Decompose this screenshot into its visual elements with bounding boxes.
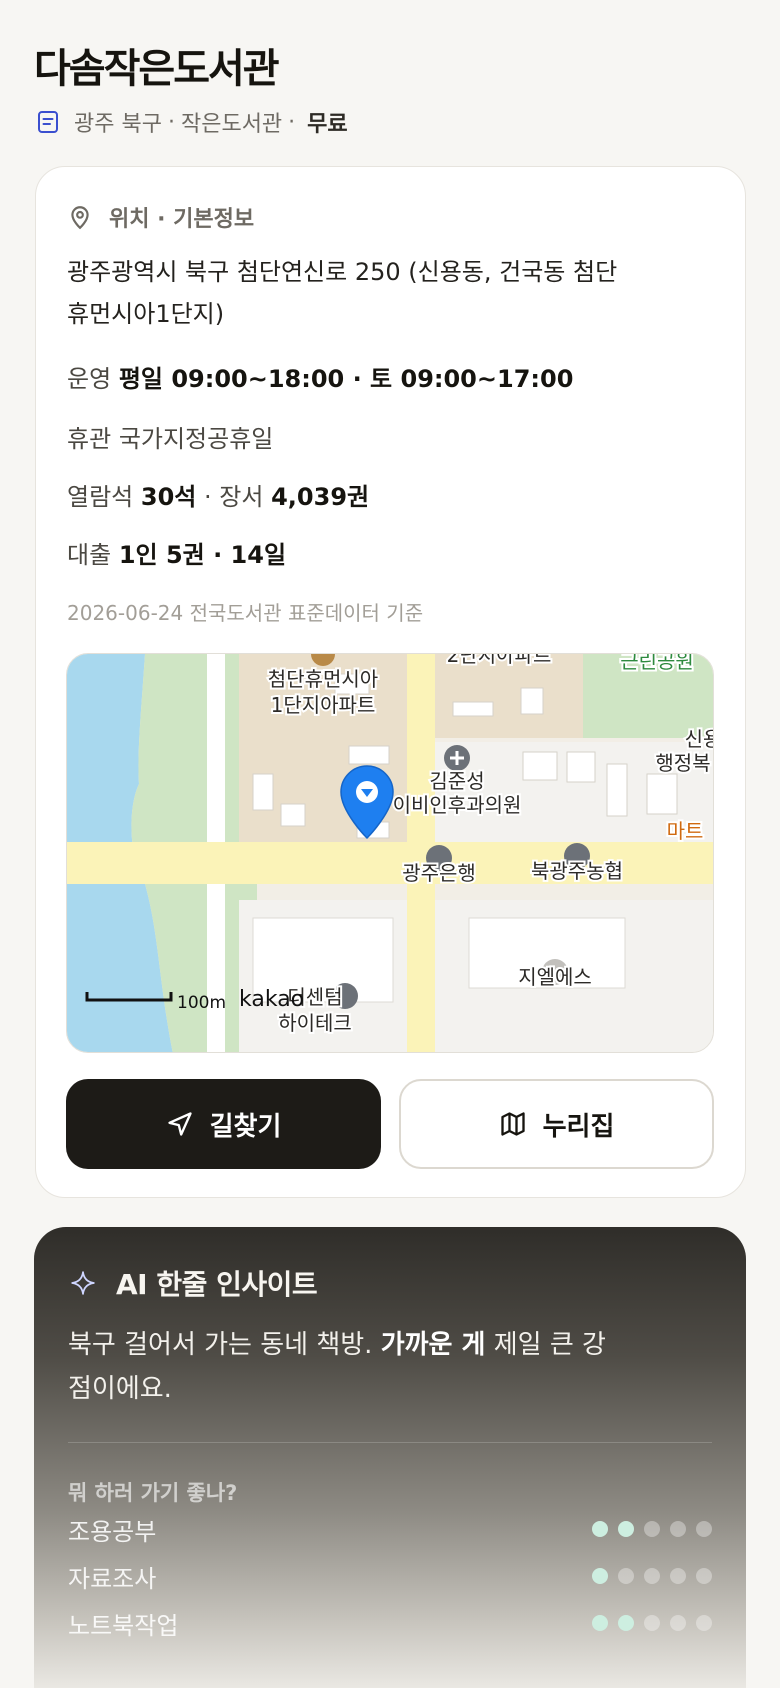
fee-badge: 무료 [307, 112, 348, 137]
books-label: 장서 [219, 483, 264, 511]
rating-dot [670, 1615, 686, 1631]
location-info-card: 위치 · 기본정보 광주광역시 북구 첨단연신로 250 (신용동, 건국동 첨… [35, 166, 746, 1198]
ai-summary-text: 북구 걸어서 가는 동네 책방. [68, 1330, 381, 1360]
map-label: 행정복 [655, 751, 710, 775]
rating-dots [592, 1615, 712, 1631]
closed-label: 휴관 [67, 425, 112, 453]
rating-dot [592, 1615, 608, 1631]
map-label: 2단지아파트 [447, 654, 552, 667]
rating-dot [696, 1568, 712, 1584]
info-heading: 위치 · 기본정보 [109, 207, 255, 232]
map-label: 신용 [685, 727, 714, 751]
rating-dot [644, 1615, 660, 1631]
ai-title: AI 한줄 인사이트 [116, 1268, 318, 1301]
hours-label: 운영 [67, 365, 112, 393]
homepage-button-label: 누리집 [542, 1111, 615, 1142]
map-label: 1단지아파트 [271, 693, 376, 717]
rating-label: 조용공부 [68, 1517, 157, 1546]
rating-dot [618, 1568, 634, 1584]
closed-value: 국가지정공휴일 [118, 425, 274, 453]
location-pin-icon [71, 206, 89, 230]
map-canvas[interactable]: 첨단휴먼시아 1단지아파트 2단지아파트 김준성 이비인후과의원 광주은행 북광… [67, 654, 714, 1053]
homepage-button[interactable]: 누리집 [399, 1079, 714, 1169]
map-label: 북광주농협 [531, 859, 623, 883]
map-icon [500, 1112, 525, 1136]
map-label: 첨단휴먼시아 [268, 667, 378, 691]
rating-label: 노트북작업 [68, 1611, 179, 1640]
kakao-logo: kakao [239, 987, 304, 1012]
rating-dots [592, 1568, 712, 1584]
rating-dot [670, 1521, 686, 1537]
category-label: 작은도서관 [180, 112, 283, 137]
navigation-arrow-icon [167, 1112, 192, 1136]
location-map[interactable]: 첨단휴먼시아 1단지아파트 2단지아파트 김준성 이비인후과의원 광주은행 북광… [66, 653, 714, 1053]
loan-value: 1인 5권 · 14일 [118, 541, 287, 569]
page-title: 다솜작은도서관 [34, 46, 280, 92]
map-label: 지엘에스 [518, 965, 592, 989]
rating-dot [618, 1615, 634, 1631]
separator: · [167, 109, 175, 135]
library-meta: 광주 북구 · 작은도서관 · 무료 [36, 106, 348, 138]
map-label: 이비인후과의원 [393, 793, 522, 817]
rating-label: 자료조사 [68, 1564, 157, 1593]
separator: · [204, 483, 212, 511]
hours-value: 평일 09:00~18:00 · 토 09:00~17:00 [118, 365, 574, 393]
card-heading: 위치 · 기본정보 [67, 201, 254, 233]
map-label: 근린공원 [620, 654, 694, 673]
rating-dot [644, 1568, 660, 1584]
ai-summary-emphasis: 가까운 게 [380, 1330, 486, 1360]
separator: · [288, 109, 296, 135]
rating-dot [618, 1521, 634, 1537]
rating-dots [592, 1521, 712, 1537]
route-button[interactable]: 길찾기 [66, 1079, 381, 1169]
rating-row: 자료조사 [68, 1561, 712, 1593]
map-label: 김준성 [429, 769, 484, 793]
map-label: 하이테크 [278, 1011, 352, 1035]
map-label: 마트 [667, 819, 704, 843]
closed-row: 휴관 국가지정공휴일 [67, 419, 273, 454]
route-button-label: 길찾기 [209, 1111, 282, 1142]
rating-dot [644, 1521, 660, 1537]
document-icon [38, 111, 58, 133]
rating-dot [696, 1521, 712, 1537]
scale-label: 100m [177, 993, 226, 1013]
seats-value: 30석 [140, 483, 197, 511]
region-label: 광주 북구 [74, 112, 162, 137]
loan-label: 대출 [67, 541, 112, 569]
capacity-row: 열람석 30석 · 장서 4,039권 [67, 477, 369, 512]
ai-summary: 북구 걸어서 가는 동네 책방. 가까운 게 제일 큰 강점이에요. [68, 1323, 628, 1411]
rating-dot [696, 1615, 712, 1631]
rating-dot [592, 1521, 608, 1537]
rating-row: 조용공부 [68, 1514, 712, 1546]
rating-dot [670, 1568, 686, 1584]
hours-row: 운영 평일 09:00~18:00 · 토 09:00~17:00 [67, 359, 573, 394]
rating-row: 노트북작업 [68, 1608, 712, 1640]
seats-label: 열람석 [67, 483, 134, 511]
rating-dot [592, 1568, 608, 1584]
ai-heading: AI 한줄 인사이트 [70, 1263, 318, 1303]
books-value: 4,039권 [271, 483, 370, 511]
ai-insight-card: AI 한줄 인사이트 북구 걸어서 가는 동네 책방. 가까운 게 제일 큰 강… [34, 1227, 746, 1688]
sparkle-icon [71, 1271, 95, 1295]
loan-row: 대출 1인 5권 · 14일 [67, 535, 286, 570]
map-label: 광주은행 [402, 861, 476, 885]
divider [68, 1442, 712, 1443]
data-source-note: 2026-06-24 전국도서관 표준데이터 기준 [67, 601, 424, 625]
activity-question: 뭐 하러 가기 좋나? [68, 1481, 238, 1505]
address: 광주광역시 북구 첨단연신로 250 (신용동, 건국동 첨단휴먼시아1단지) [67, 258, 618, 328]
